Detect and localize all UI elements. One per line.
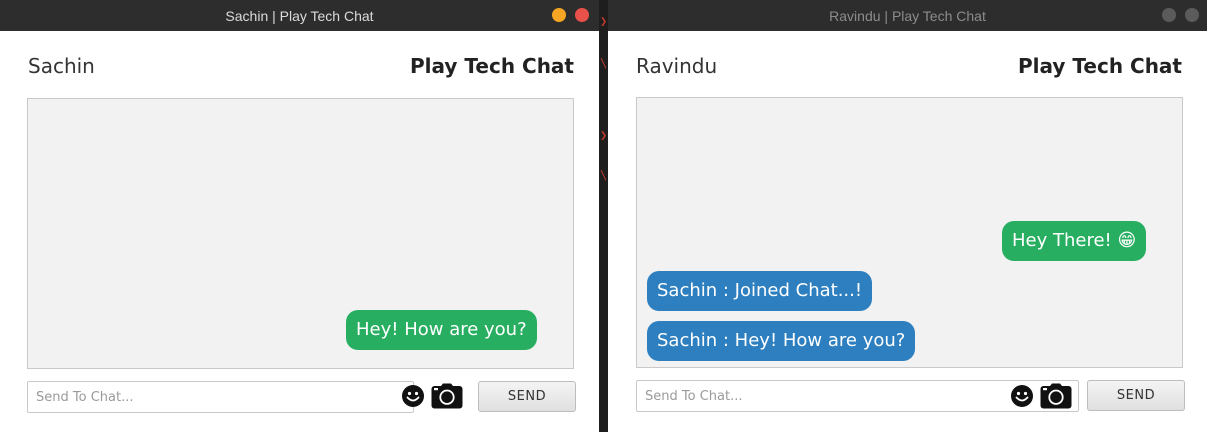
chat-window-ravindu: Ravindu | Play Tech Chat Ravindu Play Te… [608,0,1207,432]
app-title: Play Tech Chat [410,54,574,78]
chat-window-sachin: Sachin | Play Tech Chat Sachin Play Tech… [0,0,599,432]
minimize-button[interactable] [552,8,566,22]
close-button[interactable] [575,8,589,22]
minimize-button[interactable] [1162,8,1176,22]
window-title: Ravindu | Play Tech Chat [829,7,986,24]
background-glyph: \ [600,56,608,70]
window-titlebar[interactable]: Ravindu | Play Tech Chat [608,0,1207,31]
username-label: Sachin [28,54,95,78]
chat-input-wrapper [27,381,414,413]
window-titlebar[interactable]: Sachin | Play Tech Chat [0,0,599,31]
window-gap: ❯ \ ❯ \ [599,0,608,432]
message-bubble-outgoing: Hey! How are you? [346,310,537,350]
message-bubble-incoming: Sachin : Joined Chat...! [647,271,873,311]
window-title: Sachin | Play Tech Chat [225,7,374,24]
smiley-icon[interactable] [401,384,425,408]
background-glyph: \ [600,168,608,182]
chat-area[interactable]: Hey There! 😁 Sachin : Joined Chat...! Sa… [636,97,1183,368]
background-glyph: ❯ [600,14,608,28]
camera-icon[interactable] [431,383,463,409]
app-title: Play Tech Chat [1018,54,1182,78]
chat-input[interactable] [28,382,404,412]
smiley-icon[interactable] [1010,384,1034,408]
background-glyph: ❯ [600,128,608,142]
camera-icon[interactable] [1040,383,1072,409]
close-button[interactable] [1185,8,1199,22]
chat-input[interactable] [637,381,1013,411]
chat-area[interactable]: Hey! How are you? [27,98,574,369]
message-bubble-incoming: Sachin : Hey! How are you? [647,321,916,361]
message-bubble-outgoing: Hey There! 😁 [1002,221,1147,261]
send-button[interactable]: SEND [478,381,576,412]
send-button[interactable]: SEND [1087,380,1185,411]
username-label: Ravindu [636,54,718,78]
